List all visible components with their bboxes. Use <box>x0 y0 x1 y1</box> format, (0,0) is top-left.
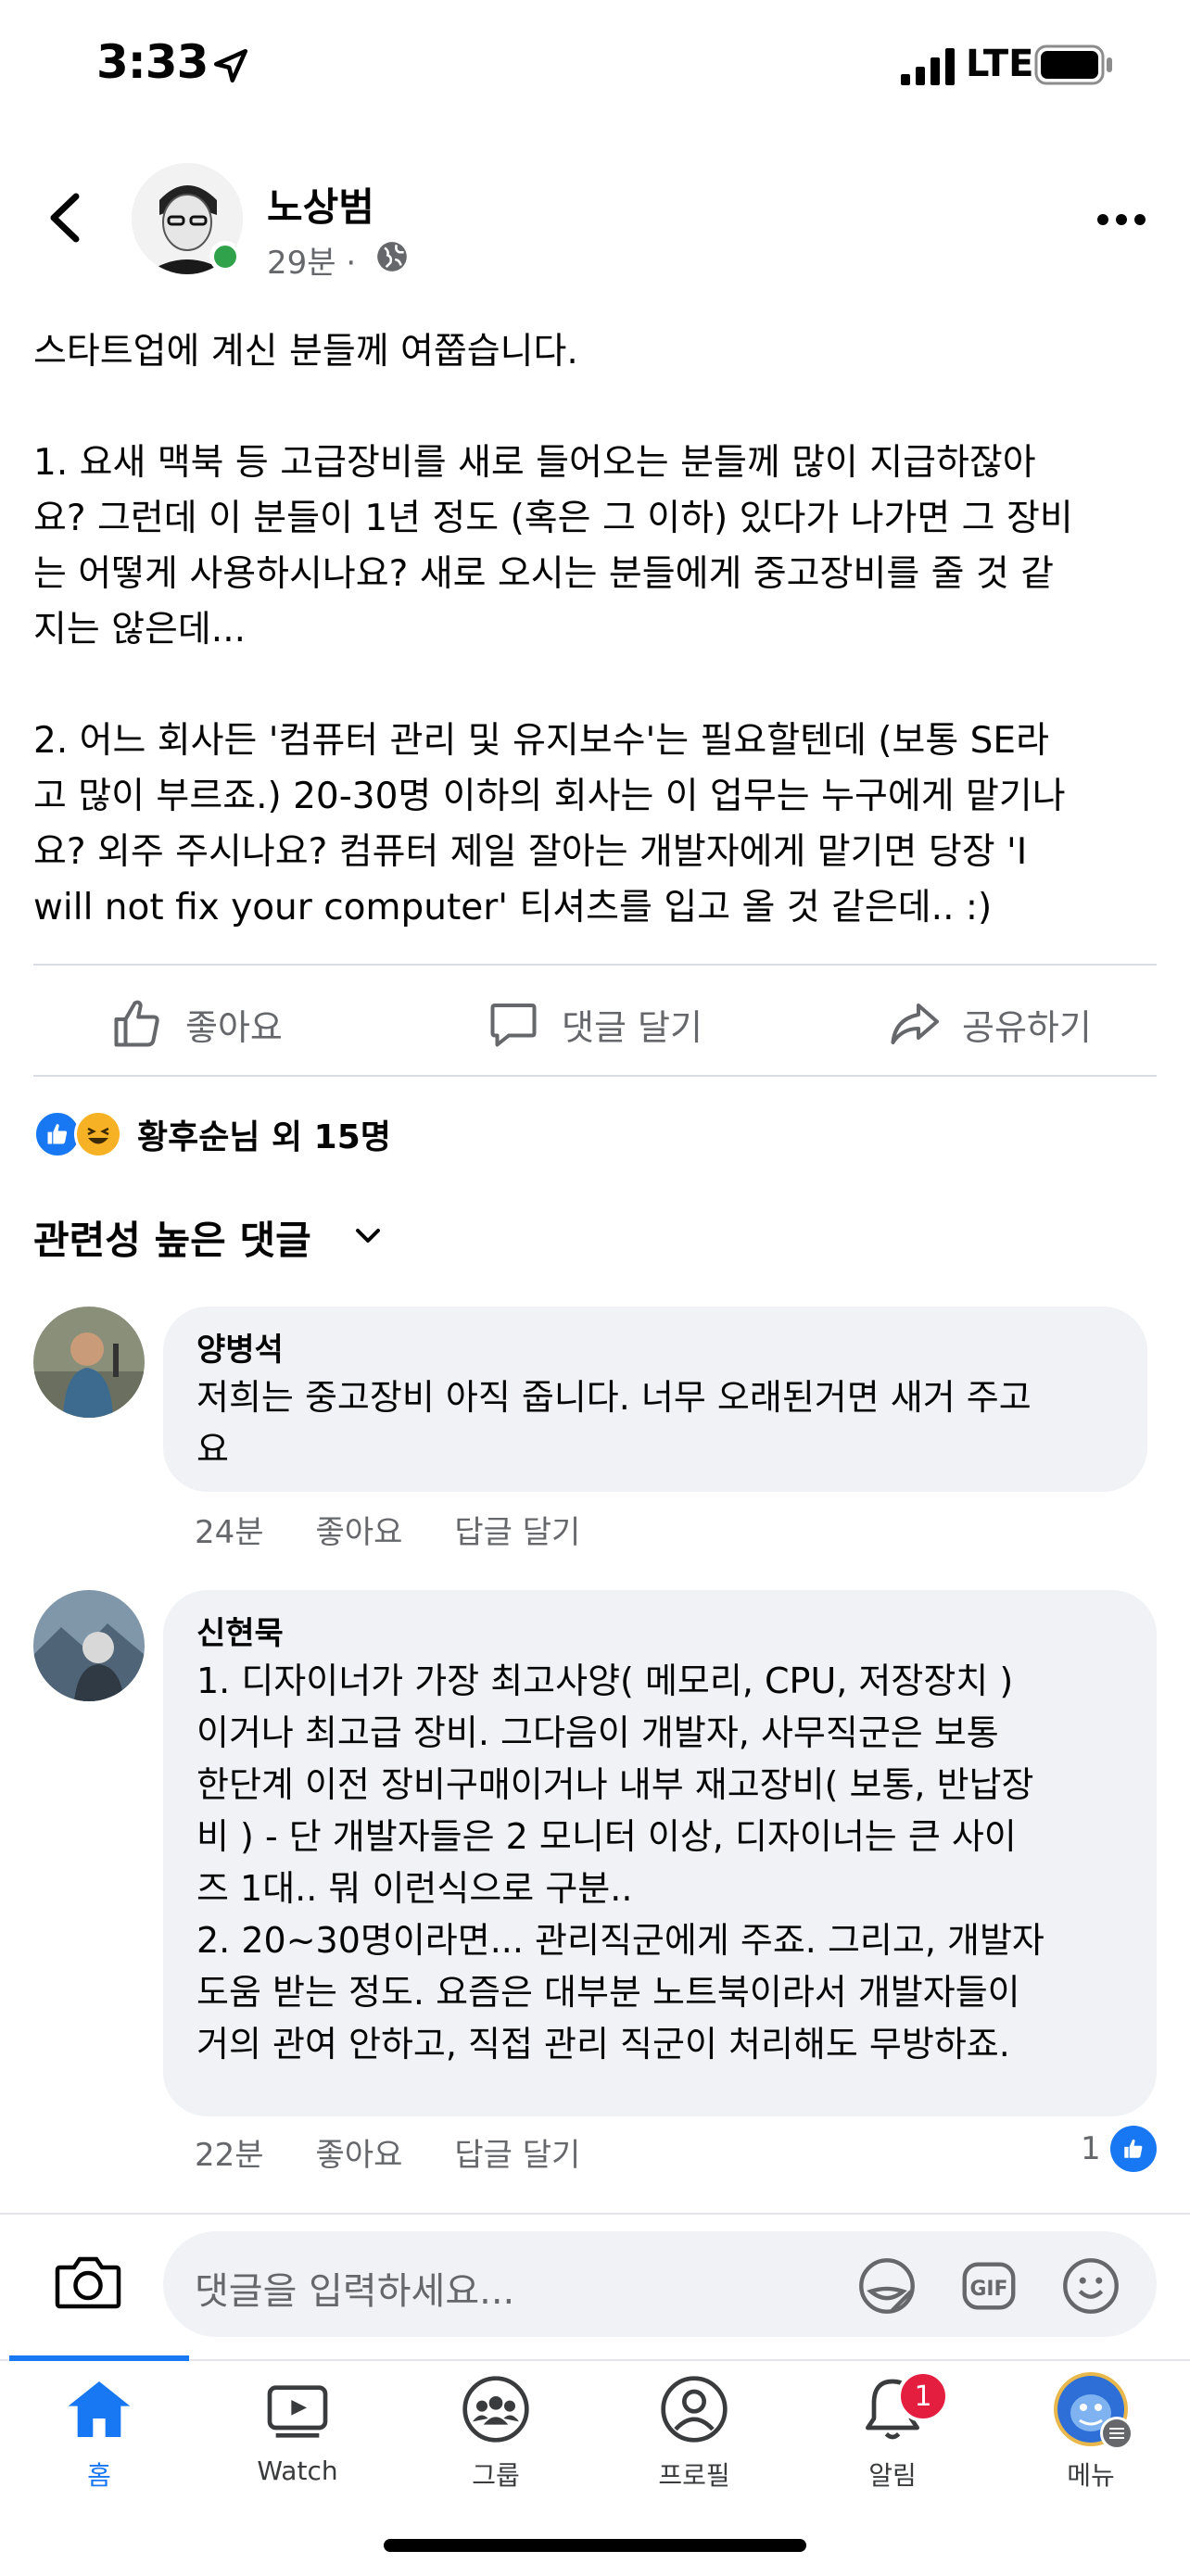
notification-badge: 1 <box>897 2370 949 2422</box>
comment-bubble: 양병석 저희는 중고장비 아직 줍니다. 너무 오래된거면 새거 주고 요 <box>163 1307 1147 1492</box>
share-label: 공유하기 <box>962 1006 1092 1048</box>
tab-menu[interactable]: 메뉴 <box>992 2372 1190 2520</box>
commenter-avatar[interactable] <box>33 1307 145 1418</box>
comment-reply-button[interactable]: 답글 달기 <box>454 2129 580 2175</box>
profile-icon <box>661 2376 728 2443</box>
comment-sort-label[interactable]: 관련성 높은 댓글 <box>33 1209 311 1266</box>
watch-icon <box>267 2385 328 2438</box>
haha-reaction-icon <box>74 1110 122 1158</box>
comment-icon <box>490 1004 537 1047</box>
comment-meta: 22분 좋아요 답글 달기 <box>195 2129 632 2175</box>
commenter-name[interactable]: 양병석 <box>196 1329 1114 1371</box>
comment-time[interactable]: 24분 <box>195 1507 264 1552</box>
comment-like-button[interactable]: 좋아요 <box>316 2129 403 2175</box>
groups-icon <box>462 2376 529 2443</box>
post-time[interactable]: 29분 <box>267 245 336 282</box>
menu-hamburger-icon <box>1100 2417 1133 2450</box>
comment-button[interactable]: 댓글 달기 <box>486 991 703 1056</box>
reactions-text: 황후순님 외 15명 <box>137 1118 391 1156</box>
tab-label: 그룹 <box>472 2460 520 2491</box>
comment-label: 댓글 달기 <box>562 1006 703 1048</box>
home-icon <box>68 2381 131 2437</box>
back-button[interactable] <box>37 185 93 250</box>
tab-watch[interactable]: Watch <box>198 2372 397 2520</box>
like-count-number: 1 <box>1081 2130 1101 2167</box>
commenter-avatar[interactable] <box>33 1590 145 1701</box>
tab-label: 알림 <box>868 2460 917 2491</box>
thumbs-up-icon <box>114 1000 159 1047</box>
tab-notifications[interactable]: 알림 <box>793 2372 992 2520</box>
post-meta: 29분 · <box>267 237 356 283</box>
comment-like-count[interactable]: 1 <box>1081 2126 1157 2172</box>
tab-label: 메뉴 <box>1067 2460 1115 2491</box>
commenter-name[interactable]: 신현묵 <box>196 1612 1123 1655</box>
online-status-dot <box>209 241 241 272</box>
emoji-icon[interactable] <box>1057 2254 1125 2318</box>
comment-meta: 24분 좋아요 답글 달기 <box>195 1507 632 1552</box>
tab-groups[interactable]: 그룹 <box>397 2372 595 2520</box>
svg-text:GIF: GIF <box>969 2278 1007 2301</box>
tab-label: 프로필 <box>658 2460 730 2491</box>
active-tab-indicator <box>9 2355 189 2361</box>
signal-icon <box>901 48 955 85</box>
divider <box>33 964 1157 966</box>
share-icon <box>891 1004 939 1044</box>
tab-label: Watch <box>257 2456 338 2486</box>
tab-label: 홈 <box>87 2460 111 2491</box>
home-indicator <box>384 2539 806 2552</box>
reactions-summary[interactable]: 황후순님 외 15명 <box>33 1108 391 1160</box>
gif-icon[interactable]: GIF <box>955 2254 1023 2318</box>
status-time: 3:33 <box>96 35 209 89</box>
avatar-sticker-icon[interactable] <box>853 2254 921 2318</box>
like-reaction-icon <box>1109 2126 1157 2172</box>
comment-reply-button[interactable]: 답글 달기 <box>454 1507 580 1552</box>
comment-placeholder: 댓글을 입력하세요... <box>195 2270 515 2313</box>
author-name[interactable]: 노상범 <box>267 176 374 233</box>
menu-avatar-icon <box>1054 2372 1133 2450</box>
globe-icon <box>377 242 407 271</box>
comment-text: 저희는 중고장비 아직 줍니다. 너무 오래된거면 새거 주고 요 <box>196 1377 1032 1470</box>
divider <box>33 1075 1157 1077</box>
tab-profile[interactable]: 프로필 <box>595 2372 793 2520</box>
chevron-down-icon[interactable] <box>354 1225 382 1247</box>
camera-icon[interactable] <box>52 2248 124 2315</box>
comment-text: 1. 디자이너가 가장 최고사양( 메모리, CPU, 저장장치 ) 이거나 최… <box>196 1661 1044 2065</box>
tab-home[interactable]: 홈 <box>0 2372 198 2520</box>
comment-time[interactable]: 22분 <box>195 2129 264 2175</box>
comment-bubble: 신현묵 1. 디자이너가 가장 최고사양( 메모리, CPU, 저장장치 ) 이… <box>163 1590 1157 2116</box>
battery-icon <box>1034 44 1112 85</box>
like-label: 좋아요 <box>185 1006 283 1048</box>
badge-count: 1 <box>914 2380 932 2413</box>
more-options-icon[interactable] <box>1094 206 1149 234</box>
like-button[interactable]: 좋아요 <box>109 991 283 1056</box>
comment-like-button[interactable]: 좋아요 <box>316 1507 403 1552</box>
network-label: LTE <box>966 43 1034 85</box>
meta-separator: · <box>346 245 357 282</box>
share-button[interactable]: 공유하기 <box>886 991 1092 1056</box>
post-text: 스타트업에 계신 분들께 여쭙습니다. 1. 요새 맥북 등 고급장비를 새로 … <box>33 331 1073 928</box>
location-arrow-icon <box>213 48 248 83</box>
